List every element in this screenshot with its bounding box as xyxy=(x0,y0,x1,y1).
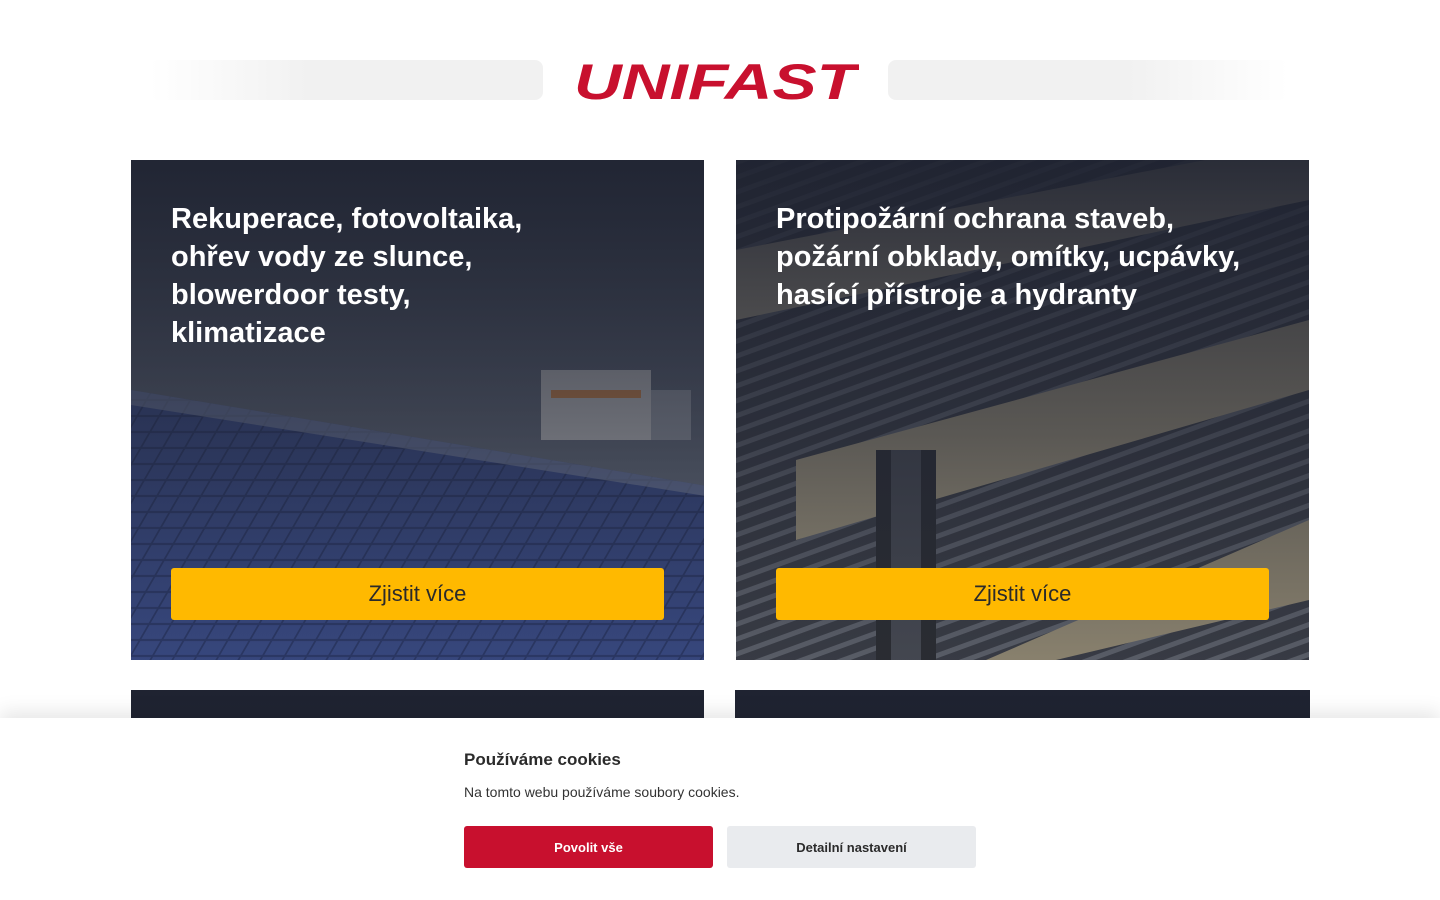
service-card-energy: Rekuperace, fotovoltaika, ohřev vody ze … xyxy=(131,160,704,660)
cookie-settings-button[interactable]: Detailní nastavení xyxy=(727,826,976,868)
logo-text: UNIFAST xyxy=(574,58,859,103)
header-decoration-right xyxy=(888,60,1288,100)
learn-more-button[interactable]: Zjistit více xyxy=(776,568,1269,620)
unifast-logo[interactable]: UNIFAST xyxy=(572,58,859,103)
cookie-title: Používáme cookies xyxy=(464,750,621,769)
cookie-text: Na tomto webu používáme soubory cookies. xyxy=(464,784,740,800)
page: UNIFAST Rekuperace, fotovoltaika, ohřev … xyxy=(0,0,1440,900)
service-card-fire-protection: Protipožární ochrana staveb, požární obk… xyxy=(736,160,1309,660)
card-title: Protipožární ochrana staveb, požární obk… xyxy=(776,203,1241,311)
header: UNIFAST xyxy=(0,0,1440,160)
accept-all-cookies-button[interactable]: Povolit vše xyxy=(464,826,713,868)
card-title: Rekuperace, fotovoltaika, ohřev vody ze … xyxy=(171,203,523,349)
header-decoration-left xyxy=(150,60,543,100)
cookie-banner: Používáme cookies Na tomto webu používám… xyxy=(0,718,1440,900)
learn-more-button[interactable]: Zjistit více xyxy=(171,568,664,620)
